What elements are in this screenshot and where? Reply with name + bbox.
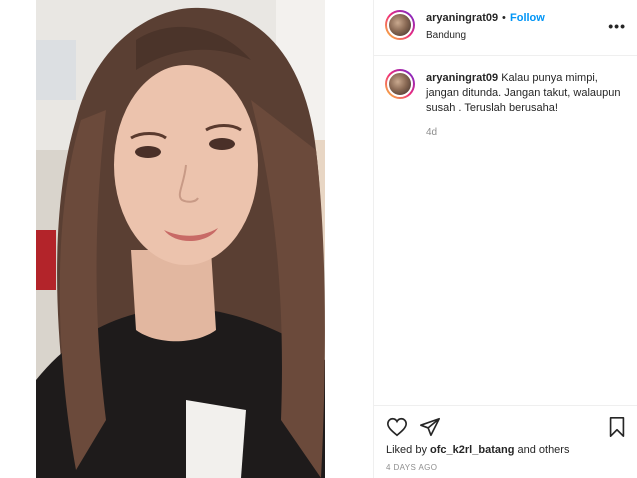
separator-dot: • xyxy=(502,12,506,24)
share-icon[interactable] xyxy=(419,416,441,438)
post-photo[interactable] xyxy=(36,0,325,478)
location-link[interactable]: Bandung xyxy=(426,30,466,41)
more-options-icon[interactable]: ••• xyxy=(608,18,626,34)
media-area xyxy=(0,0,373,478)
author-username[interactable]: aryaningrat09 xyxy=(426,12,498,24)
likes-summary: Liked by ofc_k2rl_batang and others xyxy=(386,444,569,456)
post-actions: Liked by ofc_k2rl_batang and others 4 DA… xyxy=(374,405,637,478)
caption-avatar[interactable] xyxy=(385,69,415,99)
caption-text: aryaningrat09 Kalau punya mimpi, jangan … xyxy=(426,71,624,116)
follow-button[interactable]: Follow xyxy=(510,12,545,24)
post-header: aryaningrat09 • Follow Bandung ••• xyxy=(374,0,637,56)
caption-username[interactable]: aryaningrat09 xyxy=(426,72,498,84)
post-side-panel: aryaningrat09 • Follow Bandung ••• aryan… xyxy=(373,0,637,478)
caption-time: 4d xyxy=(426,127,438,138)
liked-by-suffix[interactable]: and others xyxy=(517,444,569,456)
author-avatar[interactable] xyxy=(385,10,415,40)
heart-icon[interactable] xyxy=(386,416,408,438)
bookmark-icon[interactable] xyxy=(606,416,628,438)
liked-by-prefix: Liked by xyxy=(386,444,427,456)
post-date: 4 DAYS AGO xyxy=(386,463,438,472)
selfie-illustration xyxy=(36,0,325,478)
liked-by-user[interactable]: ofc_k2rl_batang xyxy=(430,444,514,456)
caption-section: aryaningrat09 Kalau punya mimpi, jangan … xyxy=(374,57,637,405)
instagram-post: aryaningrat09 • Follow Bandung ••• aryan… xyxy=(0,0,637,478)
